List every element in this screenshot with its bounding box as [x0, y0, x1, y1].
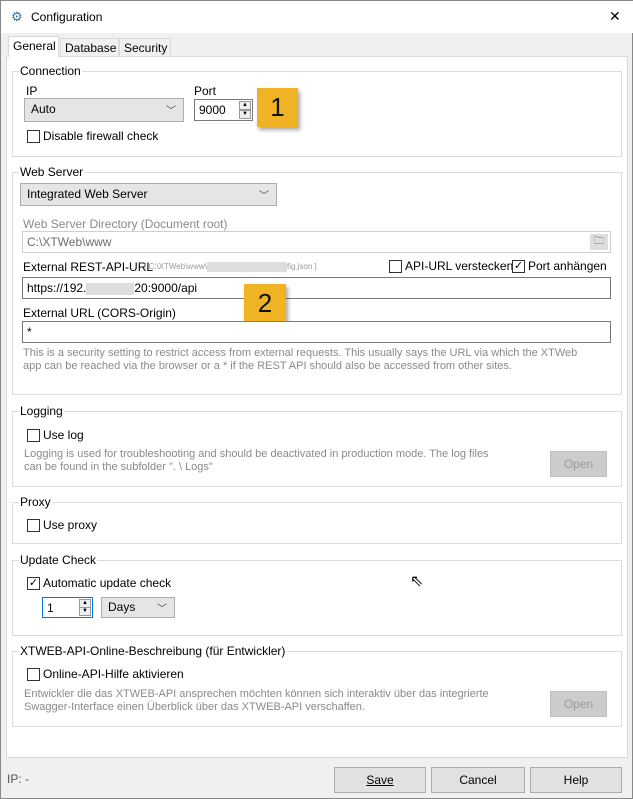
rest-url-prefix: https://192. — [27, 281, 87, 295]
port-label: Port — [194, 84, 217, 98]
mouse-cursor-icon: ⇖ — [410, 573, 424, 590]
tab-security[interactable]: Security — [119, 38, 171, 57]
server-type-value: Integrated Web Server — [27, 187, 148, 201]
disable-firewall-label: Disable firewall check — [43, 129, 159, 143]
help-line: can be found in the subfolder ". \ Logs" — [24, 461, 213, 473]
callout-badge-2: 2 — [244, 284, 286, 323]
save-button[interactable]: Save — [334, 767, 426, 793]
chevron-down-icon: ﹀ — [166, 106, 176, 117]
ip-value: Auto — [31, 102, 56, 116]
spin-down-icon[interactable]: ▼ — [239, 110, 251, 119]
cancel-button[interactable]: Cancel — [431, 767, 525, 793]
cors-label: External URL (CORS-Origin) — [23, 306, 176, 320]
redacted-blur — [86, 282, 135, 295]
web-server-title: Web Server — [19, 165, 85, 179]
use-proxy-checkbox[interactable] — [27, 519, 40, 532]
help-line: app can be reached via the browser or a … — [23, 360, 512, 372]
port-value: 9000 — [199, 103, 226, 117]
update-check-title: Update Check — [19, 553, 98, 567]
web-dir-label: Web Server Directory (Document root) — [23, 217, 228, 231]
spin-up-icon[interactable]: ▲ — [239, 101, 251, 110]
help-line: Entwickler die das XTWEB-API ansprechen … — [24, 688, 489, 700]
port-stepper[interactable]: 9000 ▲ ▼ — [194, 99, 253, 121]
close-icon[interactable]: ✕ — [609, 8, 621, 25]
app-icon: ⚙ — [11, 9, 23, 24]
interval-unit-select[interactable]: Days ﹀ — [101, 597, 175, 618]
api-help-text: Entwickler die das XTWEB-API ansprechen … — [24, 688, 489, 714]
logging-title: Logging — [19, 404, 64, 418]
cors-input[interactable]: * — [22, 321, 611, 343]
cors-value: * — [27, 325, 32, 339]
connection-title: Connection — [19, 64, 82, 78]
tab-general[interactable]: General — [8, 36, 59, 57]
server-type-select[interactable]: Integrated Web Server ﹀ — [20, 183, 277, 206]
hide-api-url-label: API-URL verstecken — [405, 259, 514, 273]
interval-stepper[interactable]: 1 ▲ ▼ — [42, 597, 93, 618]
online-api-help-checkbox[interactable] — [27, 668, 40, 681]
web-dir-value: C:\XTWeb\www — [27, 235, 112, 249]
ip-label: IP — [26, 84, 38, 98]
help-line: Swagger-Interface einen Überblick über d… — [24, 701, 365, 713]
use-log-checkbox[interactable] — [27, 429, 40, 442]
spin-down-icon[interactable]: ▼ — [79, 607, 91, 616]
cors-help-text: This is a security setting to restrict a… — [23, 347, 577, 373]
interval-value: 1 — [47, 601, 54, 615]
use-proxy-label: Use proxy — [43, 518, 98, 532]
disable-firewall-checkbox[interactable] — [27, 130, 40, 143]
help-line: This is a security setting to restrict a… — [23, 347, 578, 359]
config-path-prefix: [ C:\XTWeb\www\ — [144, 262, 207, 272]
callout-badge-1: 1 — [257, 88, 298, 127]
use-log-label: Use log — [43, 428, 84, 442]
rest-url-input[interactable]: https://192. 20:9000/api — [22, 277, 611, 299]
append-port-label: Port anhängen — [528, 259, 607, 273]
proxy-title: Proxy — [19, 495, 52, 509]
proxy-group — [12, 502, 622, 544]
online-api-help-label: Online-API-Hilfe aktivieren — [43, 667, 184, 681]
ip-select[interactable]: Auto ﹀ — [24, 98, 184, 122]
help-button[interactable]: Help — [530, 767, 622, 793]
api-help-title: XTWEB-API-Online-Beschreibung (für Entwi… — [19, 644, 287, 658]
auto-update-label: Automatic update check — [43, 576, 172, 590]
rest-url-label: External REST-API-URL — [23, 260, 154, 274]
open-log-button[interactable]: Open — [550, 451, 607, 477]
title-bar: ⚙ Configuration ✕ — [1, 1, 633, 33]
rest-url-suffix: 20:9000/api — [134, 281, 198, 295]
open-api-help-button[interactable]: Open — [550, 691, 607, 717]
status-ip: IP: - — [7, 772, 30, 786]
window-title: Configuration — [31, 10, 103, 24]
redacted-blur — [206, 262, 287, 272]
tab-database[interactable]: Database — [60, 38, 119, 57]
hide-api-url-checkbox[interactable] — [389, 260, 402, 273]
interval-unit-value: Days — [108, 600, 136, 614]
logging-help-text: Logging is used for troubleshooting and … — [24, 448, 489, 474]
auto-update-checkbox[interactable]: ✓ — [27, 577, 40, 590]
config-path-suffix: fig.json ] — [286, 262, 317, 272]
web-dir-input: C:\XTWeb\www — [22, 231, 611, 253]
rest-config-path: [ C:\XTWeb\www\ fig.json ] — [144, 262, 317, 272]
chevron-down-icon: ﹀ — [259, 191, 269, 202]
chevron-down-icon: ﹀ — [157, 604, 167, 615]
append-port-checkbox[interactable]: ✓ — [512, 260, 525, 273]
folder-icon[interactable]: 🗀 — [590, 234, 608, 250]
help-line: Logging is used for troubleshooting and … — [24, 448, 489, 460]
